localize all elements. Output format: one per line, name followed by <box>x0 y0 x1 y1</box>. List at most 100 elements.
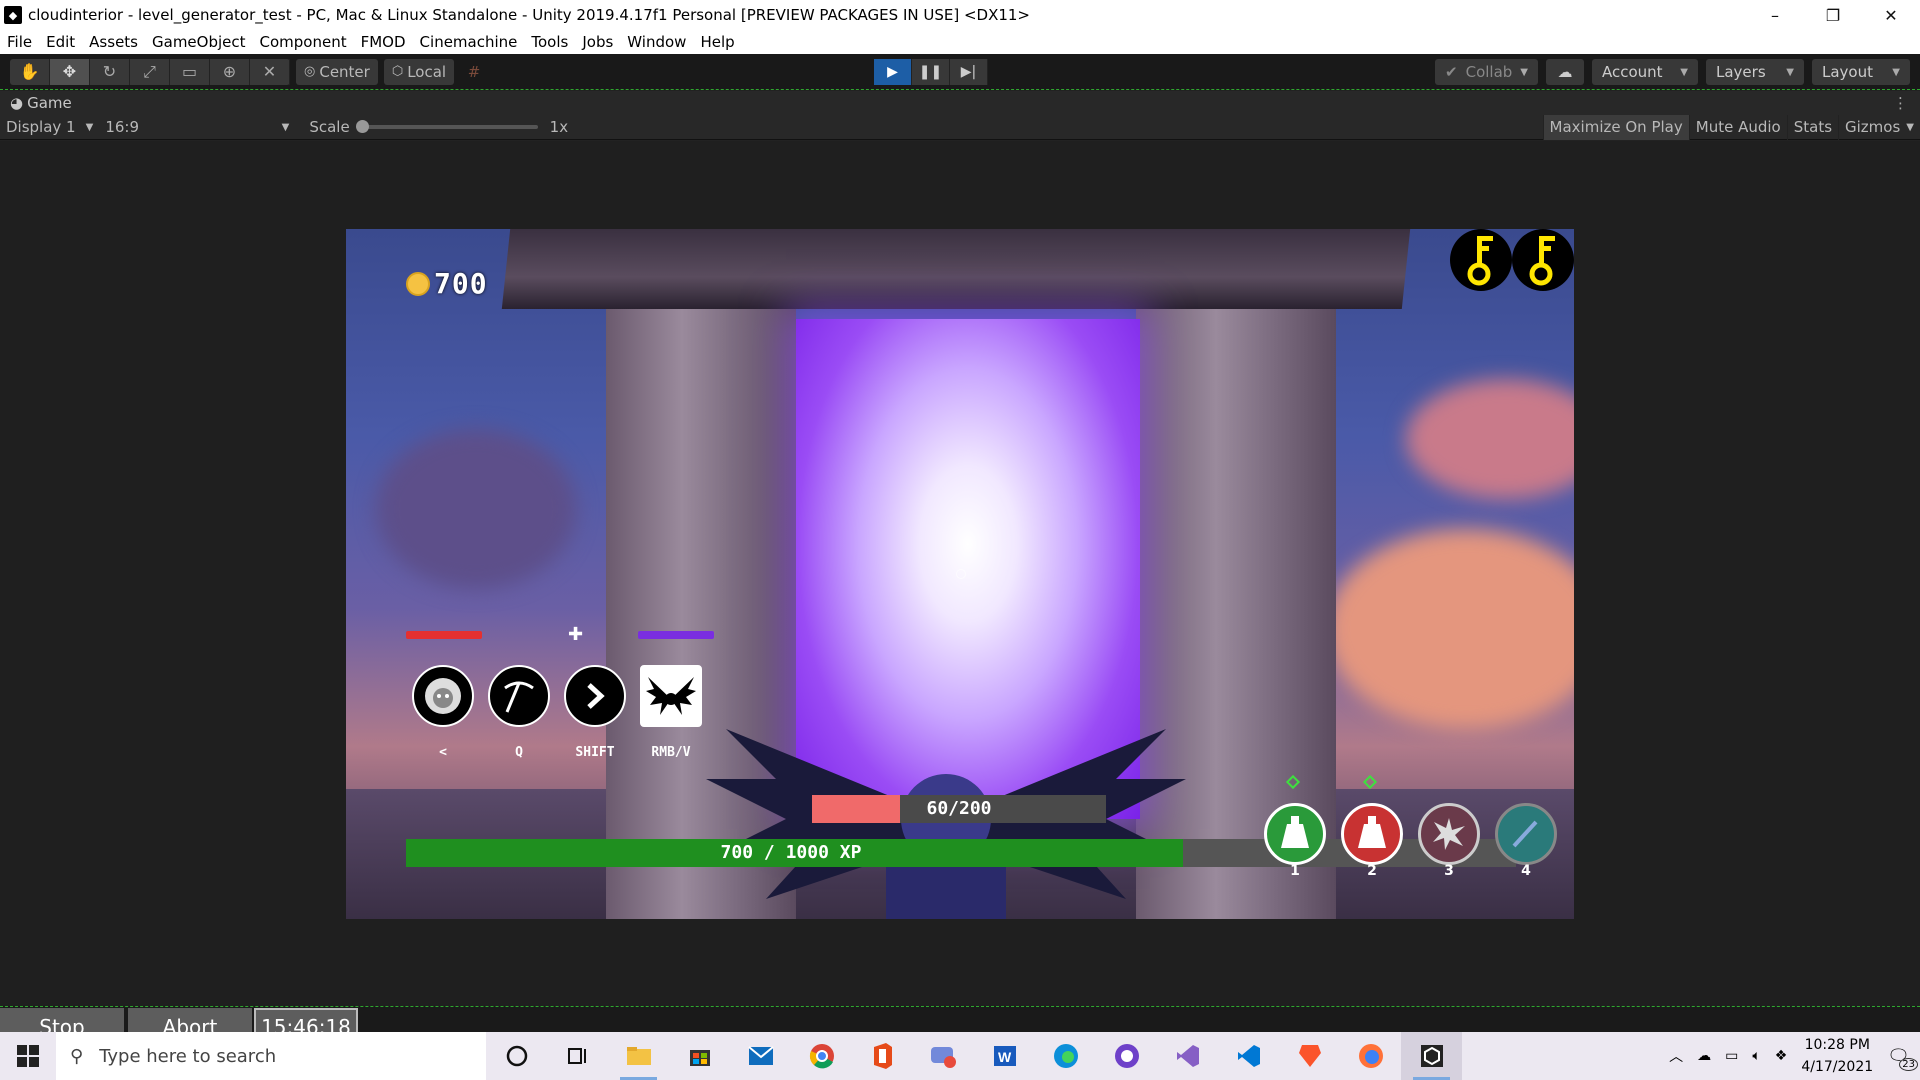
menu-window[interactable]: Window <box>620 33 693 51</box>
item-slot-number: 3 <box>1444 863 1454 879</box>
move-tool-icon[interactable]: ✥ <box>50 58 90 85</box>
transform-tool-icon[interactable]: ⊕ <box>210 58 250 85</box>
stone-lintel <box>501 229 1411 309</box>
collab-label: Collab <box>1465 63 1513 81</box>
gizmos-toggle[interactable]: Gizmos ▼ <box>1838 114 1920 140</box>
rect-tool-icon[interactable]: ▭ <box>170 58 210 85</box>
menu-file[interactable]: File <box>0 33 39 51</box>
menu-gameobject[interactable]: GameObject <box>145 33 253 51</box>
notifications-icon[interactable]: 🗨︎ 23 <box>1887 1046 1918 1071</box>
search-placeholder: Type here to search <box>99 1045 277 1067</box>
play-icon[interactable]: ▶ <box>874 59 912 85</box>
maximize-on-play-toggle[interactable]: Maximize On Play <box>1542 114 1689 140</box>
vscode-icon[interactable] <box>1218 1032 1279 1080</box>
taskbar-clock[interactable]: 10:28 PM 4/17/2021 <box>1801 1034 1873 1078</box>
burst-item-slot-icon <box>1418 803 1480 865</box>
coin-count: 700 <box>434 267 488 300</box>
grid-snap-icon[interactable]: # <box>458 59 490 85</box>
aim-reticle <box>956 569 966 579</box>
github-desktop-icon[interactable] <box>1096 1032 1157 1080</box>
gizmos-label: Gizmos <box>1845 118 1901 136</box>
volume-icon[interactable]: 🔈︎ <box>1752 1048 1760 1064</box>
task-view-icon[interactable] <box>547 1032 608 1080</box>
menu-edit[interactable]: Edit <box>39 33 82 51</box>
game-tab[interactable]: ◕ Game ⋮ <box>0 91 1920 115</box>
restore-button[interactable]: ❐ <box>1804 0 1862 30</box>
window-titlebar: ◆ cloudinterior - level_generator_test -… <box>0 0 1920 30</box>
discord-icon[interactable] <box>913 1032 974 1080</box>
hand-tool-icon[interactable]: ✋ <box>10 58 50 85</box>
mute-audio-toggle[interactable]: Mute Audio <box>1688 114 1787 140</box>
file-explorer-icon[interactable] <box>608 1032 669 1080</box>
unity-app-icon: ◆ <box>4 6 22 24</box>
display-dropdown[interactable]: Display 1 ▼ <box>0 118 99 136</box>
firefox-icon[interactable] <box>1340 1032 1401 1080</box>
office-icon[interactable] <box>852 1032 913 1080</box>
chevron-down-icon: ▼ <box>1520 66 1528 78</box>
cortana-icon[interactable] <box>486 1032 547 1080</box>
unity-taskbar-icon[interactable] <box>1401 1032 1462 1080</box>
edge-icon[interactable] <box>1035 1032 1096 1080</box>
item-slot-number: 1 <box>1290 863 1300 879</box>
visual-studio-icon[interactable] <box>1157 1032 1218 1080</box>
scale-tool-icon[interactable]: ⤢ <box>130 58 170 85</box>
cloud-services-button[interactable]: ☁ <box>1546 59 1584 85</box>
chevron-up-icon[interactable]: ︿ <box>1669 1046 1683 1066</box>
menu-jobs[interactable]: Jobs <box>575 33 620 51</box>
scale-slider-handle[interactable] <box>355 120 369 133</box>
chevron-down-icon: ▼ <box>1906 121 1914 133</box>
step-icon[interactable]: ▶| <box>950 59 988 85</box>
layout-dropdown[interactable]: Layout ▼ <box>1812 59 1910 85</box>
menu-tools[interactable]: Tools <box>524 33 575 51</box>
menu-bar: File Edit Assets GameObject Component FM… <box>0 30 1920 54</box>
stats-toggle[interactable]: Stats <box>1786 114 1838 140</box>
minimize-button[interactable]: – <box>1746 0 1804 30</box>
pivot-rotation-button[interactable]: ⬡ Local <box>383 58 455 85</box>
aspect-dropdown[interactable]: 16:9 ▼ <box>99 118 295 136</box>
pivot-mode-button[interactable]: ◎ Center <box>296 58 378 85</box>
wings-ability-icon <box>640 665 702 727</box>
menu-cinemachine[interactable]: Cinemachine <box>413 33 525 51</box>
local-cube-icon: ⬡ <box>391 64 404 79</box>
custom-tool-icon[interactable]: ✕ <box>250 58 290 85</box>
battery-icon[interactable]: ▭ <box>1725 1048 1738 1064</box>
more-options-icon[interactable]: ⋮ <box>1893 94 1908 112</box>
account-dropdown[interactable]: Account ▼ <box>1592 59 1698 85</box>
taskbar-search-box[interactable]: ⚲ Type here to search <box>56 1032 486 1080</box>
close-button[interactable]: ✕ <box>1862 0 1920 30</box>
pause-icon[interactable]: ❚❚ <box>912 59 950 85</box>
menu-fmod[interactable]: FMOD <box>354 33 413 51</box>
game-view-icon: ◕ <box>10 94 24 112</box>
pivot-mode-label: Center <box>319 62 370 81</box>
pivot-rotation-label: Local <box>407 62 447 81</box>
account-label: Account <box>1602 63 1663 81</box>
rotate-tool-icon[interactable]: ↻ <box>90 58 130 85</box>
player-wings <box>706 729 1186 919</box>
onedrive-icon[interactable]: ☁ <box>1697 1048 1711 1064</box>
chrome-icon[interactable] <box>791 1032 852 1080</box>
collab-dropdown[interactable]: ✔ Collab ▼ <box>1435 59 1538 85</box>
microsoft-store-icon[interactable] <box>669 1032 730 1080</box>
transform-tools: ✋ ✥ ↻ ⤢ ▭ ⊕ ✕ <box>10 58 290 85</box>
layout-label: Layout <box>1822 63 1873 81</box>
game-view-toolbar: Display 1 ▼ 16:9 ▼ Scale 1x Maximize On … <box>0 114 1920 140</box>
menu-component[interactable]: Component <box>253 33 354 51</box>
menu-help[interactable]: Help <box>693 33 741 51</box>
windows-start-icon[interactable] <box>0 1032 56 1080</box>
search-icon: ⚲ <box>70 1045 84 1067</box>
pivot-center-icon: ◎ <box>304 64 316 79</box>
layers-dropdown[interactable]: Layers ▼ <box>1706 59 1804 85</box>
item-slot-number: 4 <box>1521 863 1531 879</box>
brave-icon[interactable] <box>1279 1032 1340 1080</box>
word-icon[interactable]: W <box>974 1032 1035 1080</box>
chevron-down-icon: ▼ <box>1680 66 1688 78</box>
windows-taskbar: ⚲ Type here to search W ︿ ☁ ▭ 🔈︎ ❖ 10:28… <box>0 1032 1920 1080</box>
sunset-cloud <box>1326 529 1574 729</box>
game-viewport[interactable]: ✚ 700 < Q SHIFT RMB/V 60/200 700 / 1000 … <box>346 229 1574 919</box>
dropbox-icon[interactable]: ❖ <box>1775 1048 1788 1064</box>
aspect-label: 16:9 <box>105 118 139 136</box>
menu-assets[interactable]: Assets <box>82 33 145 51</box>
mail-icon[interactable] <box>730 1032 791 1080</box>
chevron-down-icon: ▼ <box>85 121 94 133</box>
scale-slider[interactable] <box>355 120 538 133</box>
